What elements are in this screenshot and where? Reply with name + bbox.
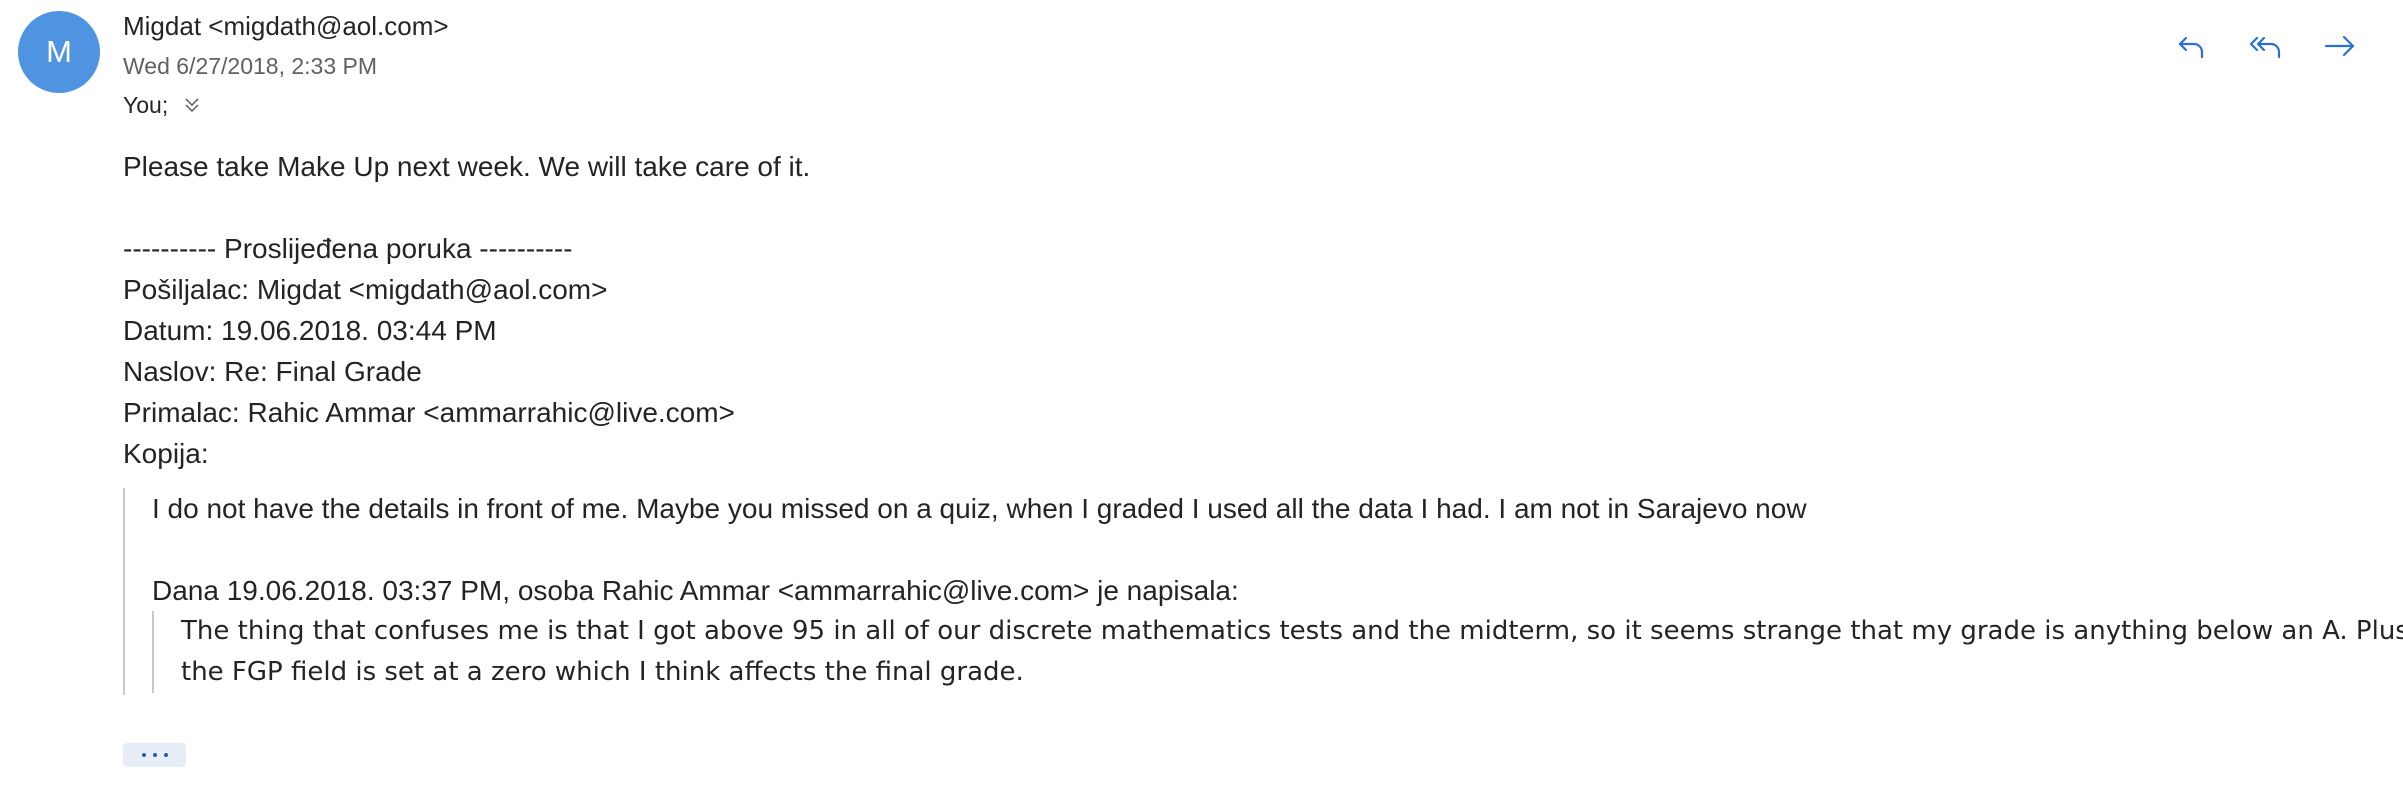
original-message-block: The thing that confuses me is that I got…: [152, 611, 2403, 693]
sender-avatar[interactable]: M: [18, 11, 100, 93]
forward-subject: Naslov: Re: Final Grade: [123, 356, 422, 387]
reply-button[interactable]: [2170, 24, 2214, 68]
forward-icon: [2324, 35, 2355, 57]
original-message-line: The thing that confuses me is that I got…: [181, 616, 2403, 646]
forward-from: Pošiljalac: Migdat <migdath@aol.com>: [123, 274, 608, 305]
recipients-label: You;: [123, 91, 169, 118]
reply-all-icon: [2249, 36, 2281, 59]
quoted-reply-text: I do not have the details in front of me…: [152, 493, 1807, 524]
quoted-reply-block: I do not have the details in front of me…: [123, 488, 2403, 695]
ellipsis-icon: [141, 753, 146, 757]
ellipsis-icon: [152, 753, 157, 757]
reply-all-button[interactable]: [2244, 24, 2288, 68]
chevron-down-icon: [2397, 29, 2403, 63]
show-trimmed-content-button[interactable]: [123, 743, 186, 767]
sender-name[interactable]: Migdat <migdath@aol.com>: [123, 11, 449, 42]
avatar-initial: M: [46, 34, 72, 69]
forward-to: Primalac: Rahic Ammar <ammarrahic@live.c…: [123, 397, 735, 428]
original-message-line: the FGP field is set at a zero which I t…: [181, 657, 1024, 687]
ellipsis-icon: [163, 753, 168, 757]
more-actions-button[interactable]: [2392, 24, 2403, 68]
forward-button[interactable]: [2318, 24, 2362, 68]
message-body: Please take Make Up next week. We will t…: [123, 146, 2403, 695]
quote-attribution: Dana 19.06.2018. 03:37 PM, osoba Rahic A…: [152, 575, 1239, 606]
forward-date: Datum: 19.06.2018. 03:44 PM: [123, 315, 497, 346]
message-actions: [2170, 24, 2403, 68]
expand-recipients-icon[interactable]: [178, 91, 206, 119]
recipients-line: You;: [123, 91, 206, 119]
forward-cc: Kopija:: [123, 438, 209, 469]
sent-date: Wed 6/27/2018, 2:33 PM: [123, 53, 378, 79]
forward-separator: ---------- Proslijeđena poruka ---------…: [123, 233, 573, 264]
message-text: Please take Make Up next week. We will t…: [123, 151, 811, 182]
reply-icon: [2178, 36, 2204, 59]
